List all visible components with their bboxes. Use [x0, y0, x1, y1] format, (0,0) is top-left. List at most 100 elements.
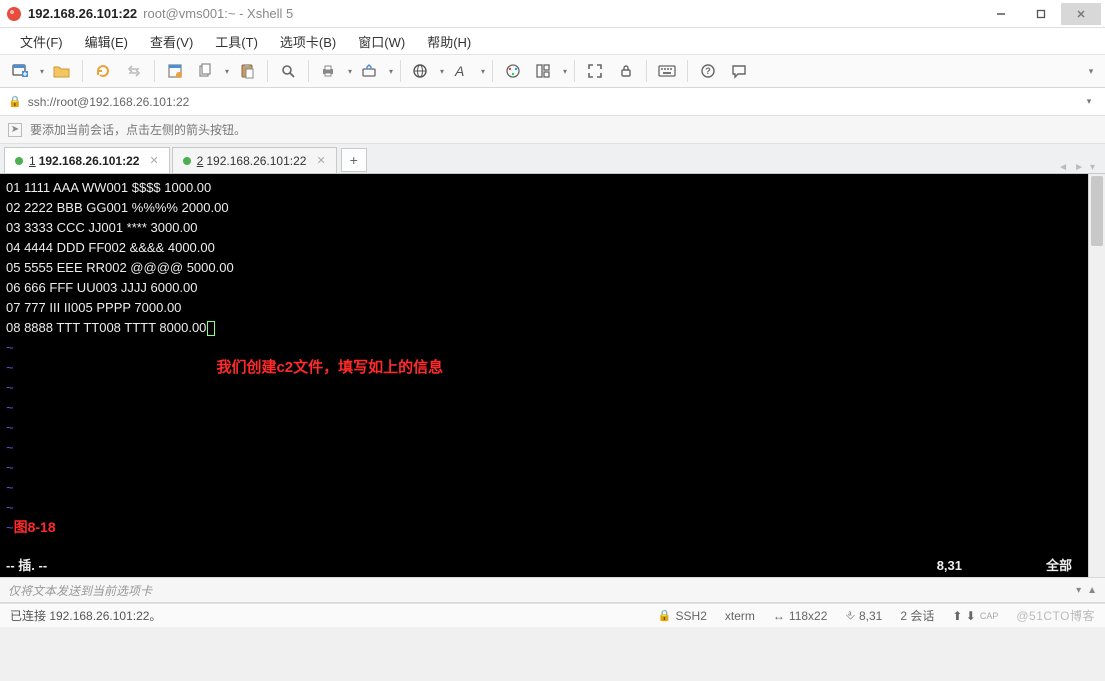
status-sessions: 2 会话 [900, 607, 934, 624]
close-button[interactable] [1061, 3, 1101, 25]
window-controls [981, 3, 1101, 25]
tab-list-icon[interactable]: ▾ [1090, 162, 1095, 173]
copy-button[interactable]: ▾ [191, 57, 231, 85]
address-bar: 🔒 ssh://root@192.168.26.101:22 ▾ [0, 88, 1105, 116]
address-dropdown[interactable]: ▾ [1081, 96, 1097, 107]
vim-status-line: -- 插. --8,31全部 [6, 556, 1082, 575]
vim-tilde: ~ [6, 420, 14, 435]
tab-nav: ◄ ► ▾ [1058, 162, 1101, 173]
status-size: ↔118x22 [773, 609, 827, 623]
separator [82, 60, 83, 82]
menu-file[interactable]: 文件(F) [10, 29, 73, 54]
title-app: root@vms001:~ - Xshell 5 [143, 6, 293, 21]
vim-mode: -- 插. -- [6, 556, 47, 575]
terminal[interactable]: 01 1111 AAA WW001 $$$$ 1000.00 02 2222 B… [0, 174, 1088, 577]
minimize-button[interactable] [981, 3, 1021, 25]
svg-text:A: A [454, 63, 464, 79]
terminal-line: 08 8888 TTT TT008 TTTT 8000.00 [6, 320, 206, 335]
session-tab-2[interactable]: 2 192.168.26.101:22 ✕ [172, 147, 337, 173]
menu-tab[interactable]: 选项卡(B) [270, 29, 346, 54]
maximize-button[interactable] [1021, 3, 1061, 25]
status-pos: ⎀8,31 [845, 608, 882, 623]
tab-prev-icon[interactable]: ◄ [1058, 162, 1068, 173]
title-bar: 192.168.26.101:22 root@vms001:~ - Xshell… [0, 0, 1105, 28]
vim-tilde: ~ [6, 380, 14, 395]
vim-tilde: ~ [6, 440, 14, 455]
separator [400, 60, 401, 82]
app-icon [6, 6, 22, 22]
vim-tilde: ~ [6, 400, 14, 415]
language-button[interactable]: ▾ [406, 57, 446, 85]
menu-bar: 文件(F) 编辑(E) 查看(V) 工具(T) 选项卡(B) 窗口(W) 帮助(… [0, 28, 1105, 54]
lock-button[interactable] [611, 57, 641, 85]
watermark: @51CTO博客 [1016, 607, 1095, 624]
status-bar: 已连接 192.168.26.101:22。 🔒SSH2 xterm ↔118x… [0, 603, 1105, 627]
xftp-button[interactable]: ▾ [355, 57, 395, 85]
font-button[interactable]: A▾ [447, 57, 487, 85]
scrollbar-thumb[interactable] [1091, 176, 1103, 246]
help-button[interactable]: ? [693, 57, 723, 85]
vim-tilde: ~ [6, 520, 14, 535]
svg-text:?: ? [705, 66, 711, 76]
terminal-line: 03 3333 CCC JJ001 **** 3000.00 [6, 220, 198, 235]
add-session-icon[interactable]: ➤ [8, 123, 22, 137]
vim-cursor-pos: 8,31 [937, 556, 962, 575]
new-tab-button[interactable]: + [341, 148, 367, 172]
tab-label: 192.168.26.101:22 [39, 154, 140, 168]
status-dot-icon [183, 157, 191, 165]
menu-tools[interactable]: 工具(T) [205, 29, 268, 54]
vim-tilde: ~ [6, 340, 14, 355]
vim-tilde: ~ [6, 460, 14, 475]
tab-close-icon[interactable]: ✕ [149, 154, 158, 167]
figure-label: 图8-18 [14, 519, 56, 535]
send-bar[interactable]: 仅将文本发送到当前选项卡 ▾ ▲ [0, 577, 1105, 603]
position-icon: ⎀ [845, 608, 855, 623]
separator [492, 60, 493, 82]
tab-label: 192.168.26.101:22 [206, 154, 306, 168]
resize-icon: ↔ [773, 609, 785, 623]
address-url[interactable]: ssh://root@192.168.26.101:22 [28, 95, 190, 109]
lock-icon: 🔒 [658, 609, 672, 622]
send-placeholder: 仅将文本发送到当前选项卡 [8, 582, 152, 599]
session-tab-1[interactable]: 1 192.168.26.101:22 ✕ [4, 147, 170, 173]
open-button[interactable] [47, 57, 77, 85]
new-session-button[interactable]: ▾ [6, 57, 46, 85]
separator [154, 60, 155, 82]
menu-view[interactable]: 查看(V) [140, 29, 203, 54]
menu-help[interactable]: 帮助(H) [417, 29, 481, 54]
hint-text: 要添加当前会话，点击左侧的箭头按钮。 [30, 121, 246, 138]
terminal-line: 06 666 FFF UU003 JJJJ 6000.00 [6, 280, 198, 295]
menu-edit[interactable]: 编辑(E) [75, 29, 138, 54]
separator [646, 60, 647, 82]
status-nav[interactable]: ⬆ ⬇ CAP [952, 609, 998, 623]
separator [308, 60, 309, 82]
cursor-icon [207, 321, 215, 336]
title-session: 192.168.26.101:22 [28, 6, 137, 21]
properties-button[interactable] [160, 57, 190, 85]
status-term: xterm [725, 609, 755, 623]
status-connection: 已连接 192.168.26.101:22。 [10, 607, 161, 624]
tab-close-icon[interactable]: ✕ [316, 154, 325, 167]
terminal-line: 04 4444 DDD FF002 &&&& 4000.00 [6, 240, 215, 255]
color-scheme-button[interactable] [498, 57, 528, 85]
tab-next-icon[interactable]: ► [1074, 162, 1084, 173]
find-button[interactable] [273, 57, 303, 85]
separator [574, 60, 575, 82]
fullscreen-button[interactable] [580, 57, 610, 85]
menu-window[interactable]: 窗口(W) [348, 29, 415, 54]
terminal-area: 01 1111 AAA WW001 $$$$ 1000.00 02 2222 B… [0, 174, 1105, 577]
reconnect-button[interactable] [88, 57, 118, 85]
keyboard-button[interactable] [652, 57, 682, 85]
paste-button[interactable] [232, 57, 262, 85]
print-button[interactable]: ▾ [314, 57, 354, 85]
send-dropdown-icon[interactable]: ▾ [1076, 585, 1081, 596]
scrollbar[interactable] [1088, 174, 1105, 577]
layout-button[interactable]: ▾ [529, 57, 569, 85]
lock-icon: 🔒 [8, 95, 22, 108]
vim-tilde: ~ [6, 480, 14, 495]
feedback-button[interactable] [724, 57, 754, 85]
terminal-line: 05 5555 EEE RR002 @@@@ 5000.00 [6, 260, 234, 275]
disconnect-button[interactable] [119, 57, 149, 85]
send-toggle-icon[interactable]: ▲ [1087, 585, 1097, 596]
toolbar-overflow[interactable]: ▾ [1083, 66, 1099, 77]
